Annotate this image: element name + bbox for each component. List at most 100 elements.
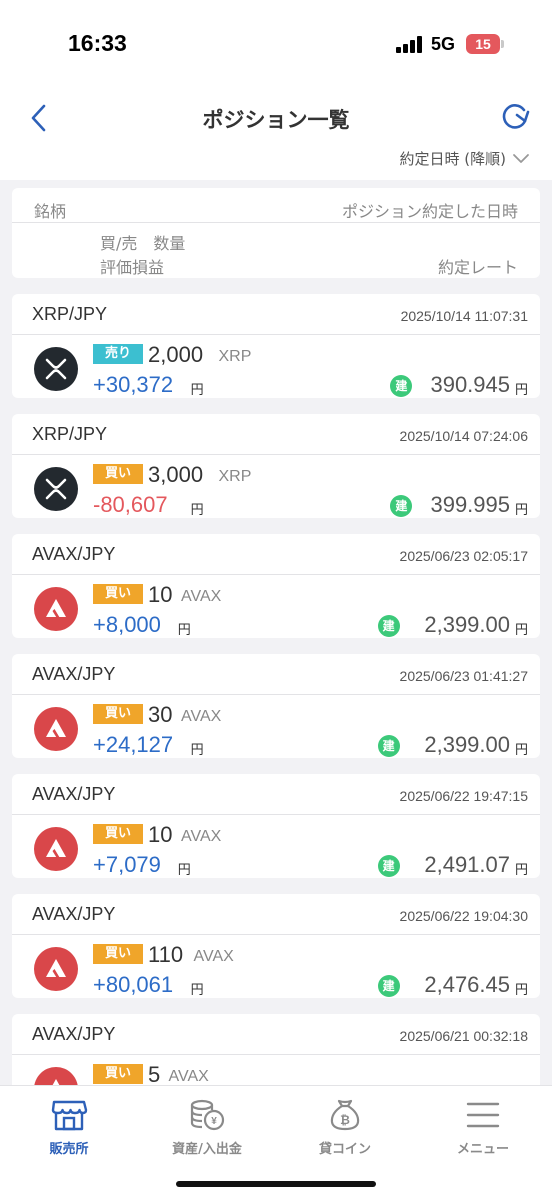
position-rate: 2,399.00 [424, 612, 510, 637]
buy-badge: 買い [93, 464, 143, 484]
tab-assets-label: 資産/入出金 [172, 1142, 242, 1157]
position-quantity: 3,000 [148, 462, 204, 487]
position-datetime: 2025/06/22 19:47:15 [399, 788, 528, 804]
position-datetime: 2025/06/22 19:04:30 [399, 908, 528, 924]
xrp-icon [34, 467, 78, 511]
header-side-qty: 買/売 数量 [100, 234, 186, 253]
rate-yen-unit: 円 [514, 983, 528, 998]
buy-badge: 買い [93, 944, 143, 964]
open-position-badge: 建 [377, 735, 400, 757]
home-indicator [176, 1181, 376, 1187]
position-pair: XRP/JPY [32, 304, 108, 324]
open-position-badge: 建 [390, 375, 413, 397]
position-rate: 390.945 [430, 372, 510, 397]
svg-text:¥: ¥ [211, 1116, 217, 1127]
position-unit: AVAX [181, 828, 222, 845]
position-pnl: +30,372 [93, 372, 174, 397]
position-pair: AVAX/JPY [32, 664, 116, 684]
open-position-badge: 建 [377, 615, 400, 637]
status-bar: 16:33 5G 15 [0, 0, 552, 84]
nav-bar: ポジション一覧 約定日時 (降順) [0, 84, 552, 180]
divider [12, 814, 540, 815]
pnl-yen-unit: 円 [177, 623, 191, 638]
buy-badge: 買い [93, 584, 143, 604]
money-bag-icon: ₿ [330, 1099, 360, 1131]
page-title: ポジション一覧 [202, 108, 350, 132]
buy-badge: 買い [93, 824, 143, 844]
position-unit: AVAX [168, 1068, 209, 1085]
buy-badge: 買い [93, 704, 143, 724]
position-pair: AVAX/JPY [32, 784, 116, 804]
battery-tip [501, 40, 504, 48]
tab-menu[interactable]: メニュー [414, 1098, 552, 1157]
pnl-yen-unit: 円 [190, 383, 204, 398]
pnl-yen-unit: 円 [190, 743, 204, 758]
position-unit: AVAX [181, 708, 222, 725]
position-datetime: 2025/10/14 07:24:06 [399, 428, 528, 444]
position-rate: 2,491.07 [424, 852, 510, 877]
sort-label: 約定日時 (降順) [399, 150, 506, 168]
position-card[interactable]: AVAX/JPY 2025/06/22 19:04:30 買い 110 AVAX +80,… [12, 894, 540, 998]
position-unit: XRP [218, 348, 252, 365]
position-pnl: +8,000 [93, 612, 161, 637]
tab-lending[interactable]: ₿ 貸コイン [276, 1098, 414, 1157]
position-card[interactable]: AVAX/JPY 2025/06/22 19:47:15 買い 10 AVAX +7,07… [12, 774, 540, 878]
position-unit: XRP [218, 468, 252, 485]
divider [12, 934, 540, 935]
position-quantity: 10 [148, 822, 173, 847]
position-card[interactable]: AVAX/JPY 2025/06/21 00:32:18 買い 5 AVAX [12, 1014, 540, 1085]
position-pair: AVAX/JPY [32, 1024, 116, 1044]
tab-store[interactable]: 販売所 [0, 1098, 138, 1157]
position-quantity: 30 [148, 702, 173, 727]
position-pnl: -80,607 [93, 492, 168, 517]
position-rate: 2,476.45 [424, 972, 510, 997]
tab-menu-label: メニュー [456, 1142, 509, 1157]
position-pair: AVAX/JPY [32, 544, 116, 564]
position-datetime: 2025/06/23 01:41:27 [399, 668, 528, 684]
position-card[interactable]: AVAX/JPY 2025/06/23 01:41:27 買い 30 AVAX +24,1… [12, 654, 540, 758]
position-quantity: 5 [148, 1062, 161, 1085]
chevron-down-icon [513, 153, 529, 163]
open-position-badge: 建 [377, 855, 400, 877]
status-time: 16:33 [68, 30, 127, 56]
position-card[interactable]: AVAX/JPY 2025/06/23 02:05:17 買い 10 AVAX +8,00… [12, 534, 540, 638]
store-icon [51, 1100, 88, 1131]
open-position-badge: 建 [377, 975, 400, 997]
position-list[interactable]: 銘柄 ポジション約定した日時 買/売 数量 評価損益 約定レート XRP/JPY… [12, 188, 540, 1085]
coins-yen-icon: ¥ [190, 1099, 225, 1131]
position-card[interactable]: XRP/JPY 2025/10/14 07:24:06 買い 3,000 XRP -80,… [12, 414, 540, 518]
position-unit: AVAX [193, 948, 234, 965]
position-datetime: 2025/10/14 11:07:31 [400, 308, 528, 324]
avax-icon [34, 707, 78, 751]
sort-dropdown[interactable]: 約定日時 (降順) [400, 148, 530, 169]
rate-yen-unit: 円 [514, 503, 528, 518]
svg-text:₿: ₿ [340, 1113, 350, 1127]
position-rate: 2,399.00 [424, 732, 510, 757]
position-datetime: 2025/06/21 00:32:18 [399, 1028, 528, 1044]
position-pair: AVAX/JPY [32, 904, 116, 924]
rate-yen-unit: 円 [514, 743, 528, 758]
position-quantity: 10 [148, 582, 173, 607]
position-card[interactable]: XRP/JPY 2025/10/14 11:07:31 売り 2,000 XRP +30,… [12, 294, 540, 398]
position-pnl: +24,127 [93, 732, 174, 757]
rate-yen-unit: 円 [514, 623, 528, 638]
divider [12, 334, 540, 335]
avax-icon [34, 947, 78, 991]
position-datetime: 2025/06/23 02:05:17 [399, 548, 528, 564]
avax-icon [34, 827, 78, 871]
header-rate: 約定レート [437, 258, 518, 277]
rate-yen-unit: 円 [514, 863, 528, 878]
tab-assets[interactable]: ¥ 資産/入出金 [138, 1098, 276, 1157]
avax-icon [34, 587, 78, 631]
header-position-datetime: ポジション約定した日時 [341, 202, 518, 221]
position-unit: AVAX [181, 588, 222, 605]
divider [12, 1054, 540, 1055]
battery-icon: 15 [466, 34, 500, 54]
refresh-button[interactable] [498, 100, 532, 134]
divider [12, 454, 540, 455]
position-pnl: +80,061 [93, 972, 174, 997]
signal-icon [396, 36, 424, 53]
position-pair: XRP/JPY [32, 424, 108, 444]
battery-level: 15 [475, 36, 491, 52]
position-rate: 399.995 [430, 492, 510, 517]
